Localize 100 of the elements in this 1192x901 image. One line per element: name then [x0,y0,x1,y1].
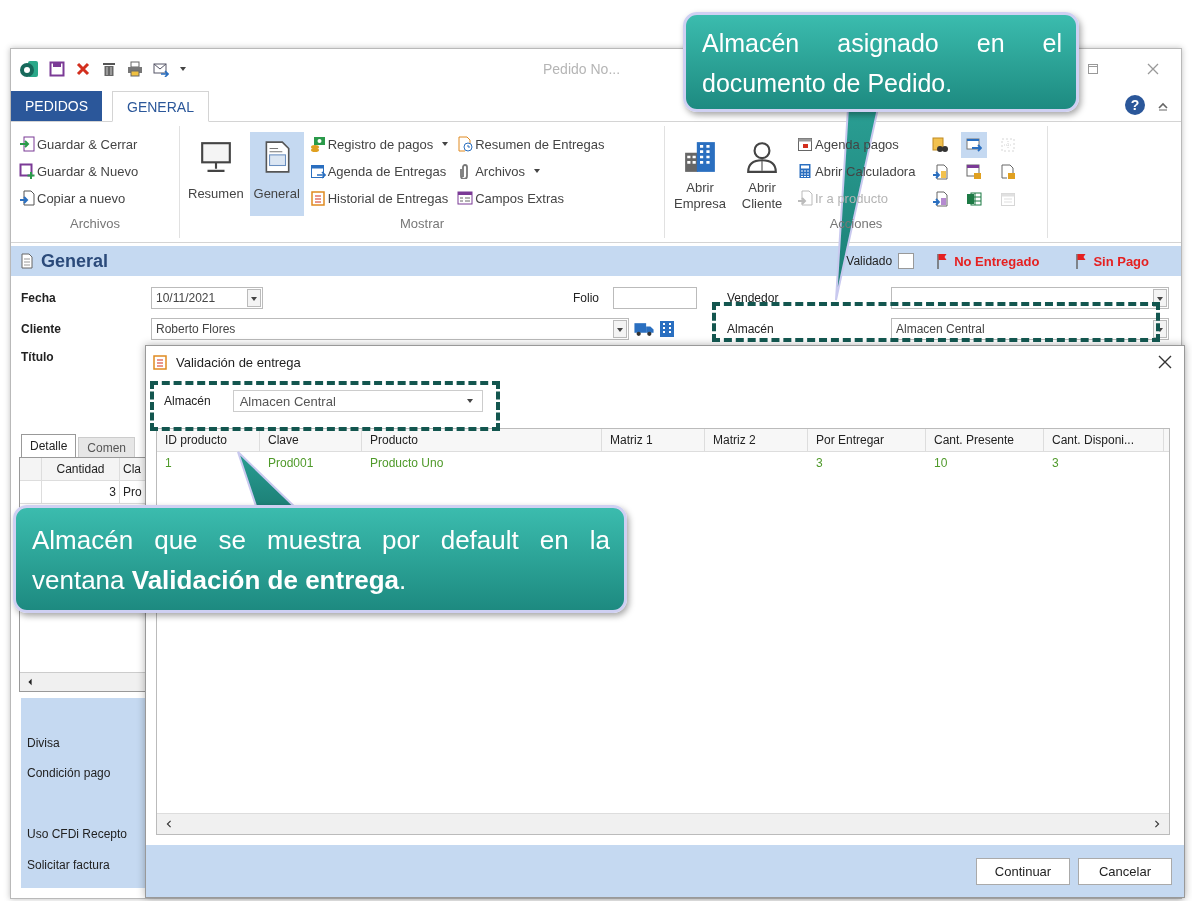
building-icon [683,140,717,174]
dropdown-field[interactable]: Almacen Central [232,390,483,412]
field-label: Cliente [21,321,62,336]
person-icon [745,140,779,174]
clipboard-icon [152,354,168,370]
save-new-icon [19,163,35,179]
client-field[interactable]: Roberto Flores [151,317,629,340]
ribbon-button[interactable]: Agenda de Entregas [307,159,452,183]
checkbox[interactable] [898,253,915,269]
status-label: No Entregado [954,253,1040,269]
table-cell-text: 3 [815,455,824,472]
ribbon-button[interactable]: Abrir Empresa [671,132,729,216]
close-icon[interactable] [1158,355,1172,369]
calendar-lock-icon [966,164,983,180]
horizontal-scrollbar[interactable] [157,813,1169,834]
field-label: Uso CFDi Recepto [27,827,128,841]
clipboard-icon [309,190,326,206]
field-label: Fecha [21,290,57,305]
section-title: General [41,250,109,272]
column-header[interactable]: Cant. Presente [926,429,1044,451]
ribbon-button[interactable]: Historial de Entregas [307,186,452,210]
input-field[interactable] [613,286,697,309]
binoculars-icon [932,137,949,153]
callout: Almacén asignado en el documento de Pedido. [683,12,1079,112]
window-title: Pedido No... [543,61,621,77]
table-cell-text: 3 [1051,455,1060,472]
field-label: Divisa [27,736,60,750]
ribbon-button[interactable]: Guardar & Nuevo [17,159,141,183]
table-cell-text: Pro [122,484,143,501]
dialog-button[interactable]: Continuar [976,857,1070,885]
caret-icon[interactable] [179,65,187,73]
date-field[interactable]: 10/11/2021 [151,286,263,309]
ribbon-button[interactable]: General [249,132,304,216]
caret-icon [441,140,450,148]
trash-icon[interactable] [101,61,117,77]
group-label: Mostrar [398,216,446,233]
flag-icon [1075,253,1088,269]
calendar-icon [1000,191,1017,207]
maximize-icon[interactable] [1087,63,1099,75]
collapse-ribbon-icon[interactable] [1157,100,1169,112]
group-label: Archivos [69,216,121,233]
scroll-right-icon[interactable] [1153,820,1161,828]
calendar-icon [309,163,326,179]
field-label: Almacén [727,321,775,336]
mail-icon[interactable] [153,61,169,77]
document-arrow-icon [797,190,813,206]
field-label: Título [21,350,55,364]
ribbon-button[interactable]: Resumen de Entregas [455,132,607,156]
table-cell-text: 10 [933,455,949,472]
save-close-icon [19,136,35,152]
ribbon-button[interactable]: Guardar & Cerrar [17,132,141,156]
ribbon-button[interactable]: Resumen [186,132,246,216]
field-label: Almacén [164,394,211,408]
save-icon[interactable] [49,61,65,77]
ribbon-button[interactable]: Abrir Cliente [733,132,791,216]
spreadsheet-icon [966,191,983,207]
document-icon [19,253,35,269]
scroll-left-icon[interactable] [165,820,173,828]
truck-icon[interactable] [633,320,655,337]
ribbon-button[interactable]: Registro de pagos [307,132,452,156]
form-fields-icon [457,190,474,206]
column-header[interactable]: Matriz 2 [705,429,808,451]
document-arrow-icon [932,191,949,207]
dialog-button[interactable]: Cancelar [1078,857,1172,885]
status-label: Sin Pago [1093,253,1149,269]
tab[interactable]: Detalle [21,434,77,457]
calendar-icon [797,136,813,152]
ribbon-button[interactable]: Archivos [455,159,607,183]
column-header[interactable]: Producto [362,429,602,451]
document-lock-icon [1000,164,1017,180]
column-header[interactable]: Cantidad [42,458,120,480]
ribbon-button[interactable]: Copiar a nuevo [17,186,141,210]
table-cell-text: Prod001 [267,455,315,472]
table-cell-text: 1 [164,455,173,472]
column-header[interactable]: Cla [120,458,147,480]
column-header[interactable]: Cant. Disponi... [1044,429,1164,451]
column-header[interactable]: Clave [260,429,362,451]
column-header[interactable]: Por Entregar [808,429,926,451]
column-header[interactable]: ID producto [157,429,260,451]
field-label: Folio [573,290,599,305]
tab[interactable]: Comen [78,437,136,457]
money-icon [309,136,326,152]
caret-icon [533,167,541,175]
document-arrow-icon [932,164,949,180]
ribbon-tab[interactable]: GENERAL [112,91,209,122]
ribbon-tab[interactable]: PEDIDOS [11,91,102,121]
ribbon-button[interactable]: Campos Extras [455,186,607,210]
checkbox-label: Validado [846,254,893,268]
building-icon[interactable] [659,319,675,338]
copy-icon [19,190,35,206]
flag-icon [936,253,949,269]
app-logo-icon[interactable] [19,59,39,79]
horizontal-scrollbar[interactable] [20,672,147,691]
scroll-left-icon[interactable] [26,678,34,686]
dropdown-field[interactable]: Almacen Central [891,317,1169,340]
caret-icon[interactable] [465,397,474,405]
printer-icon[interactable] [127,61,143,77]
help-button[interactable]: ? [1125,95,1145,115]
field-label: Solicitar factura [27,858,110,872]
column-header[interactable]: Matriz 1 [602,429,705,451]
